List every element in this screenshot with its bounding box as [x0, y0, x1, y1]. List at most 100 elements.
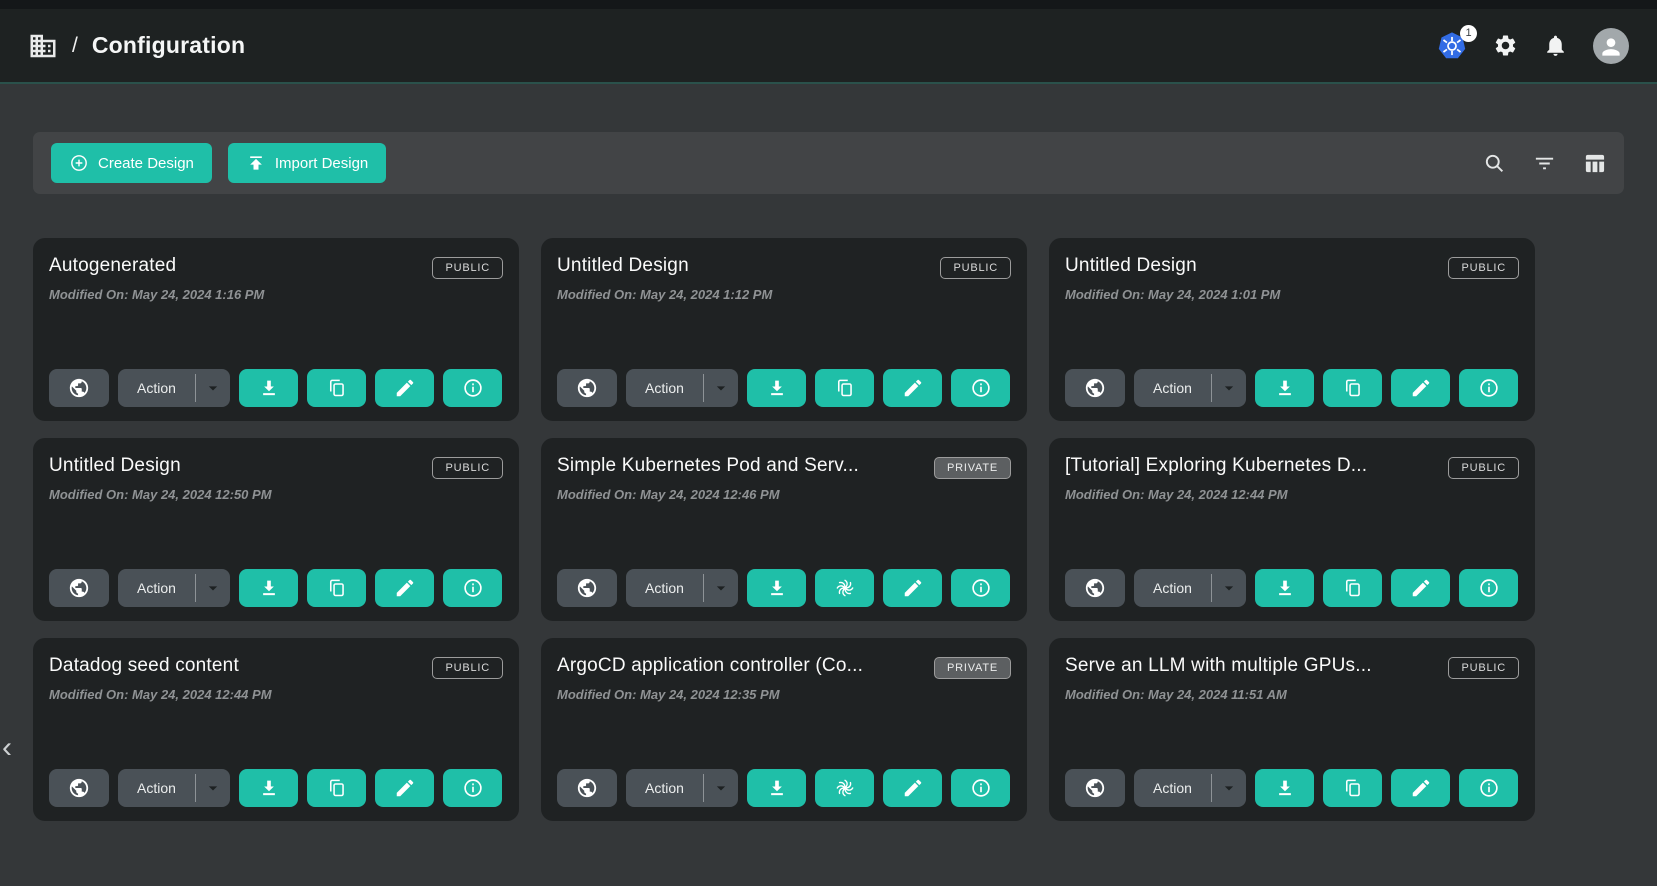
clone-button[interactable]	[307, 369, 366, 407]
chevron-down-icon[interactable]	[704, 369, 738, 407]
edit-button[interactable]	[375, 569, 434, 607]
visibility-badge: PUBLIC	[432, 657, 503, 679]
edit-button[interactable]	[375, 769, 434, 807]
info-icon	[970, 377, 992, 399]
edit-button[interactable]	[883, 769, 942, 807]
gear-icon[interactable]	[1493, 33, 1518, 58]
download-button[interactable]	[1255, 369, 1314, 407]
chevron-down-icon[interactable]	[1212, 769, 1246, 807]
visibility-globe-button[interactable]	[1065, 769, 1125, 807]
visibility-globe-button[interactable]	[1065, 569, 1125, 607]
visibility-globe-button[interactable]	[49, 769, 109, 807]
card-actions: Action	[49, 769, 503, 807]
action-split-button[interactable]: Action	[1134, 569, 1246, 607]
info-icon	[1478, 777, 1500, 799]
card-actions: Action	[1065, 369, 1519, 407]
edit-button[interactable]	[883, 569, 942, 607]
download-button[interactable]	[1255, 569, 1314, 607]
action-button-label[interactable]: Action	[118, 769, 195, 807]
info-button[interactable]	[951, 369, 1010, 407]
modified-on-text: Modified On: May 24, 2024 1:12 PM	[557, 287, 1011, 302]
edit-button[interactable]	[375, 369, 434, 407]
design-card: Untitled Design PUBLIC Modified On: May …	[541, 238, 1027, 421]
download-button[interactable]	[747, 369, 806, 407]
copy-icon	[1342, 777, 1364, 799]
info-button[interactable]	[443, 369, 502, 407]
action-button-label[interactable]: Action	[118, 369, 195, 407]
info-button[interactable]	[443, 769, 502, 807]
design-title: [Tutorial] Exploring Kubernetes D...	[1065, 455, 1367, 477]
visibility-globe-button[interactable]	[557, 769, 617, 807]
download-button[interactable]	[747, 769, 806, 807]
download-button[interactable]	[239, 369, 298, 407]
action-button-label[interactable]: Action	[1134, 769, 1211, 807]
clone-button[interactable]	[1323, 569, 1382, 607]
download-icon	[258, 777, 280, 799]
download-button[interactable]	[239, 569, 298, 607]
action-button-label[interactable]: Action	[1134, 569, 1211, 607]
action-split-button[interactable]: Action	[118, 769, 230, 807]
visibility-globe-button[interactable]	[1065, 369, 1125, 407]
kubernetes-context-button[interactable]: 1	[1436, 30, 1468, 62]
action-button-label[interactable]: Action	[1134, 369, 1211, 407]
clone-button[interactable]	[815, 569, 874, 607]
action-split-button[interactable]: Action	[626, 769, 738, 807]
chevron-down-icon[interactable]	[196, 769, 230, 807]
copy-icon	[1342, 577, 1364, 599]
visibility-globe-button[interactable]	[49, 569, 109, 607]
download-button[interactable]	[747, 569, 806, 607]
info-button[interactable]	[443, 569, 502, 607]
clone-button[interactable]	[815, 769, 874, 807]
download-icon	[766, 377, 788, 399]
action-button-label[interactable]: Action	[626, 569, 703, 607]
globe-icon	[68, 377, 90, 399]
action-split-button[interactable]: Action	[1134, 369, 1246, 407]
action-split-button[interactable]: Action	[118, 369, 230, 407]
chevron-down-icon[interactable]	[704, 769, 738, 807]
chevron-down-icon[interactable]	[196, 569, 230, 607]
clone-button[interactable]	[307, 569, 366, 607]
chevron-down-icon[interactable]	[1212, 569, 1246, 607]
action-split-button[interactable]: Action	[118, 569, 230, 607]
info-button[interactable]	[1459, 569, 1518, 607]
clone-button[interactable]	[307, 769, 366, 807]
card-actions: Action	[49, 369, 503, 407]
table-view-icon[interactable]	[1583, 152, 1606, 175]
filter-icon[interactable]	[1533, 152, 1556, 175]
avatar[interactable]	[1593, 28, 1629, 64]
organization-building-icon[interactable]	[28, 31, 58, 61]
action-button-label[interactable]: Action	[118, 569, 195, 607]
download-button[interactable]	[1255, 769, 1314, 807]
import-design-button[interactable]: Import Design	[228, 143, 386, 183]
bell-icon[interactable]	[1543, 33, 1568, 58]
edit-button[interactable]	[1391, 569, 1450, 607]
visibility-globe-button[interactable]	[557, 369, 617, 407]
action-button-label[interactable]: Action	[626, 369, 703, 407]
clone-button[interactable]	[815, 369, 874, 407]
edit-button[interactable]	[1391, 369, 1450, 407]
download-button[interactable]	[239, 769, 298, 807]
card-actions: Action	[49, 569, 503, 607]
info-button[interactable]	[1459, 769, 1518, 807]
clone-button[interactable]	[1323, 769, 1382, 807]
info-button[interactable]	[1459, 369, 1518, 407]
create-design-button[interactable]: Create Design	[51, 143, 212, 183]
edit-button[interactable]	[1391, 769, 1450, 807]
info-button[interactable]	[951, 769, 1010, 807]
edit-button[interactable]	[883, 369, 942, 407]
collapse-drawer-chevron[interactable]: ‹	[2, 733, 12, 763]
action-split-button[interactable]: Action	[626, 569, 738, 607]
search-icon[interactable]	[1483, 152, 1506, 175]
action-split-button[interactable]: Action	[1134, 769, 1246, 807]
info-button[interactable]	[951, 569, 1010, 607]
visibility-globe-button[interactable]	[557, 569, 617, 607]
chevron-down-icon[interactable]	[196, 369, 230, 407]
chevron-down-icon[interactable]	[1212, 369, 1246, 407]
clone-button[interactable]	[1323, 369, 1382, 407]
action-button-label[interactable]: Action	[626, 769, 703, 807]
download-icon	[1274, 377, 1296, 399]
action-split-button[interactable]: Action	[626, 369, 738, 407]
design-title: Untitled Design	[1065, 255, 1197, 277]
chevron-down-icon[interactable]	[704, 569, 738, 607]
visibility-globe-button[interactable]	[49, 369, 109, 407]
